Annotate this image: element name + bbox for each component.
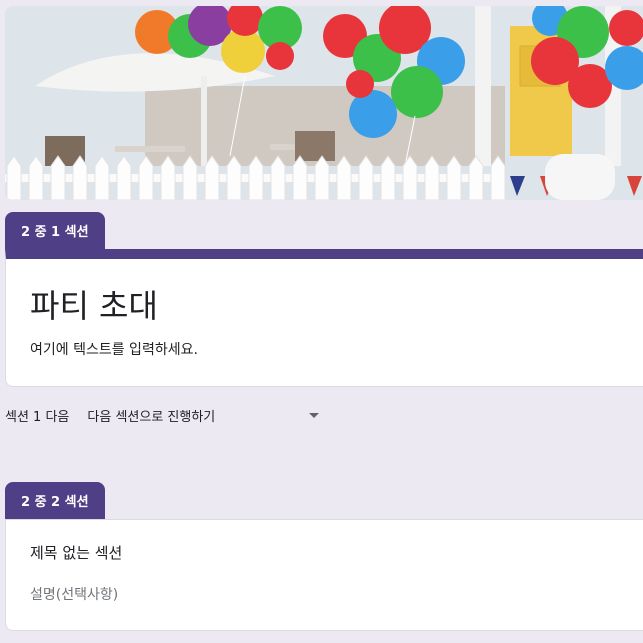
section-description-input[interactable]: 설명(선택사항) — [30, 584, 118, 604]
header-image — [5, 6, 643, 200]
form-description[interactable]: 여기에 텍스트를 입력하세요. — [30, 339, 198, 359]
after-section-1-row: 섹션 1 다음 다음 섹션으로 진행하기 — [5, 404, 320, 426]
section-1-card[interactable]: 파티 초대 여기에 텍스트를 입력하세요. — [5, 249, 643, 387]
after-section-select[interactable]: 다음 섹션으로 진행하기 — [87, 406, 307, 425]
section-2-tab-label: 2 중 2 섹션 — [21, 495, 89, 510]
dropdown-arrow-icon[interactable] — [309, 412, 320, 418]
section-title-input[interactable]: 제목 없는 섹션 — [30, 542, 122, 563]
section-1-tab-label: 2 중 1 섹션 — [21, 225, 89, 240]
form-title[interactable]: 파티 초대 — [30, 281, 158, 327]
section-2-tab: 2 중 2 섹션 — [5, 482, 105, 519]
after-section-label: 섹션 1 다음 — [5, 409, 70, 425]
section-1-tab: 2 중 1 섹션 — [5, 212, 105, 249]
party-balloons-image — [5, 6, 643, 200]
section-2-card[interactable]: 제목 없는 섹션 설명(선택사항) — [5, 519, 643, 631]
